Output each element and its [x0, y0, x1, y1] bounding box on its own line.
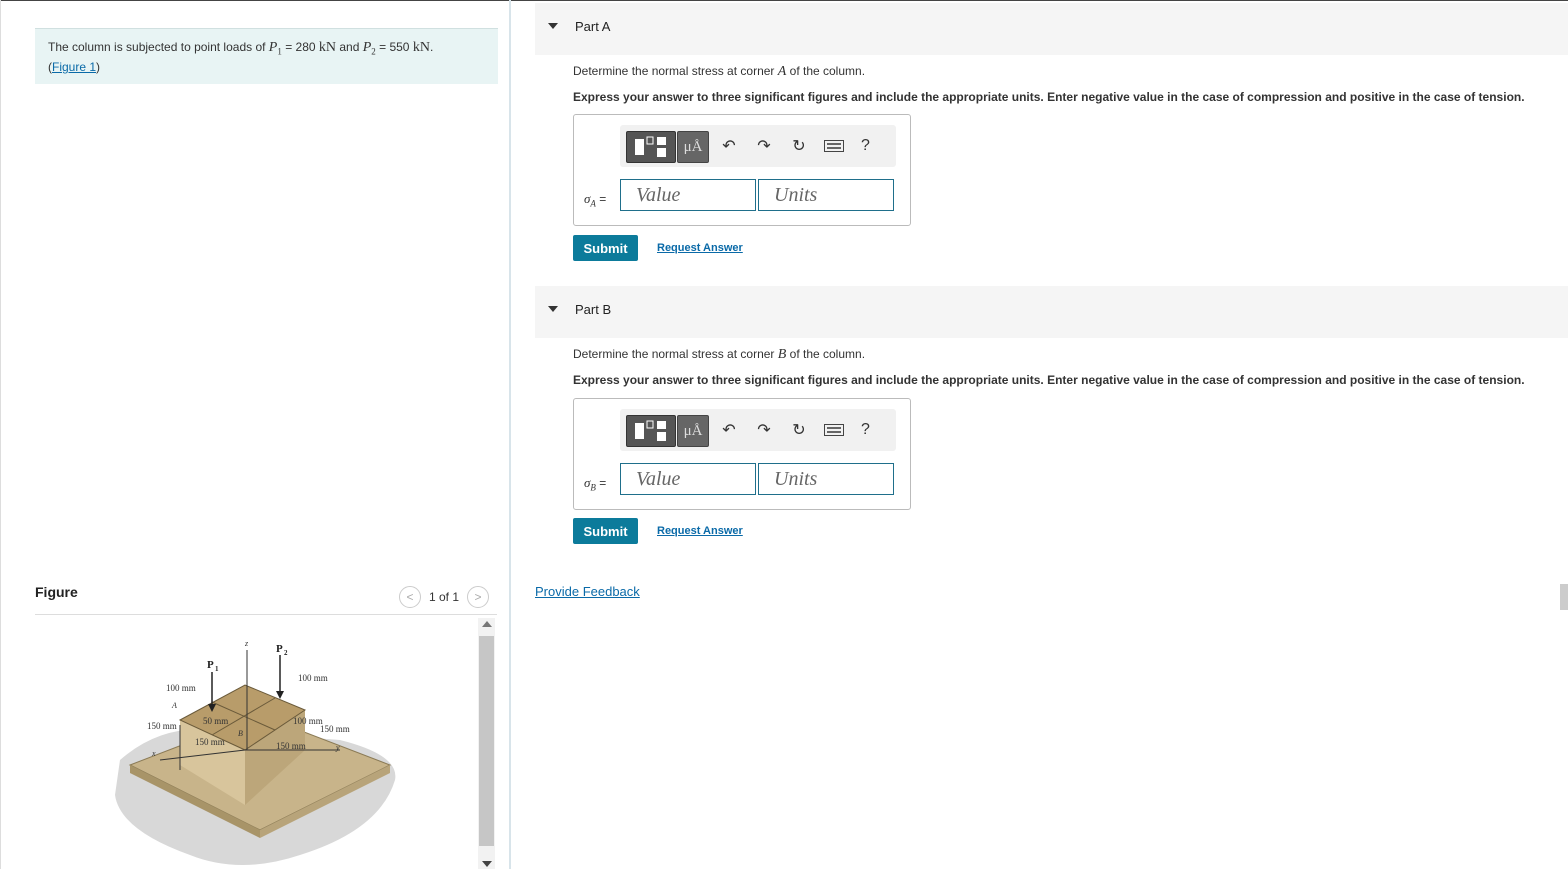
redo-icon[interactable]: ↷ — [755, 137, 773, 155]
equation-toolbar: μÅ ↶ ↷ ↻ ? — [620, 125, 896, 167]
part-a-answer-box: μÅ ↶ ↷ ↻ ? σA = Value Units — [573, 114, 911, 226]
dim-150-right: 150 mm — [320, 724, 350, 734]
part-b-answer-box: μÅ ↶ ↷ ↻ ? σB = Value Units — [573, 398, 911, 510]
p2-value: = 550 — [375, 40, 413, 54]
dim-100-right: 100 mm — [298, 673, 328, 683]
part-a-sigma-label: σA = — [584, 191, 606, 208]
part-b-request-answer-link[interactable]: Request Answer — [657, 525, 743, 537]
scroll-down-arrow-icon[interactable] — [482, 861, 492, 867]
dim-100-mid: 100 mm — [293, 716, 323, 726]
redo-icon[interactable]: ↷ — [755, 421, 773, 439]
label-p2: P — [276, 643, 283, 655]
label-z: z — [244, 639, 249, 648]
keyboard-icon[interactable] — [823, 421, 845, 439]
help-icon[interactable]: ? — [861, 421, 870, 439]
p1-unit: kN — [318, 40, 337, 55]
p1-value: = 280 — [281, 40, 319, 54]
figure-nav: < 1 of 1 > — [399, 586, 490, 608]
part-b-header[interactable]: Part B — [535, 286, 1568, 338]
figure-heading: Figure — [35, 584, 78, 600]
period: . — [429, 40, 434, 54]
label-p2-sub: 2 — [284, 649, 288, 657]
label-b: B — [238, 729, 243, 738]
previous-figure-button[interactable]: < — [399, 586, 421, 608]
part-b-sigma-label: σB = — [584, 475, 606, 492]
label-y: y — [335, 743, 340, 752]
p2-unit: kN — [412, 40, 430, 55]
pane-divider[interactable] — [509, 0, 511, 869]
close-paren: ) — [96, 60, 101, 75]
undo-icon[interactable]: ↶ — [720, 137, 738, 155]
dim-150-bottom: 150 mm — [276, 741, 306, 751]
part-a-question-post: of the column. — [786, 64, 866, 78]
part-b-question: Determine the normal stress at corner B … — [573, 347, 865, 363]
dim-100-left: 100 mm — [166, 683, 196, 693]
side-panel-tab[interactable] — [1560, 584, 1568, 610]
scroll-up-arrow-icon[interactable] — [482, 621, 492, 627]
part-a-question: Determine the normal stress at corner A … — [573, 64, 865, 80]
figure-divider — [35, 614, 497, 615]
collapse-triangle-icon[interactable] — [548, 306, 558, 312]
figure-counter: 1 of 1 — [429, 590, 460, 604]
label-a: A — [171, 701, 177, 710]
part-a-instruction: Express your answer to three significant… — [573, 90, 1525, 104]
next-figure-button[interactable]: > — [467, 586, 490, 608]
left-pane: The column is subjected to point loads o… — [0, 0, 510, 869]
equals-sign: = — [595, 476, 607, 490]
problem-prefix: The column is subjected to point loads o… — [48, 40, 269, 54]
figure-scrollbar-thumb[interactable] — [479, 636, 494, 846]
p2-arrow-head — [276, 691, 284, 699]
keyboard-icon[interactable] — [823, 137, 845, 155]
label-x: x — [151, 749, 156, 758]
column-figure: P 1 P 2 z x y A B 100 mm 100 mm 150 mm 5… — [115, 639, 396, 865]
units-icon[interactable]: μÅ — [677, 415, 709, 447]
part-a-question-pre: Determine the normal stress at corner — [573, 64, 778, 78]
left-border — [0, 0, 1, 869]
part-b-instruction: Express your answer to three significant… — [573, 373, 1525, 387]
part-b-submit-button[interactable]: Submit — [573, 518, 638, 544]
part-b-units-input[interactable]: Units — [758, 463, 894, 495]
undo-icon[interactable]: ↶ — [720, 421, 738, 439]
part-a-value-input[interactable]: Value — [620, 179, 756, 211]
part-b-value-input[interactable]: Value — [620, 463, 756, 495]
dim-50: 50 mm — [203, 716, 228, 726]
reset-icon[interactable]: ↻ — [790, 137, 808, 155]
part-b-question-post: of the column. — [786, 347, 866, 361]
part-a-title: Part A — [575, 19, 611, 34]
part-a-units-input[interactable]: Units — [758, 179, 894, 211]
provide-feedback-link[interactable]: Provide Feedback — [535, 584, 640, 599]
part-b-question-pre: Determine the normal stress at corner — [573, 347, 778, 361]
figure-link[interactable]: Figure 1 — [52, 60, 96, 74]
dim-150-left: 150 mm — [147, 721, 177, 731]
part-a-submit-button[interactable]: Submit — [573, 235, 638, 261]
problem-statement: The column is subjected to point loads o… — [35, 28, 498, 84]
collapse-triangle-icon[interactable] — [548, 23, 558, 29]
and-text: and — [336, 40, 363, 54]
units-icon[interactable]: μÅ — [677, 131, 709, 163]
part-b-title: Part B — [575, 302, 612, 317]
dim-150-mid-left: 150 mm — [195, 737, 225, 747]
help-icon[interactable]: ? — [861, 137, 870, 155]
label-p1: P — [207, 659, 214, 671]
equation-toolbar: μÅ ↶ ↷ ↻ ? — [620, 409, 896, 451]
templates-icon[interactable] — [626, 415, 676, 447]
part-a-request-answer-link[interactable]: Request Answer — [657, 242, 743, 254]
reset-icon[interactable]: ↻ — [790, 421, 808, 439]
label-p1-sub: 1 — [215, 665, 219, 673]
equals-sign: = — [595, 192, 607, 206]
part-a-header[interactable]: Part A — [535, 3, 1568, 55]
templates-icon[interactable] — [626, 131, 676, 163]
p2-symbol: P — [362, 40, 372, 55]
